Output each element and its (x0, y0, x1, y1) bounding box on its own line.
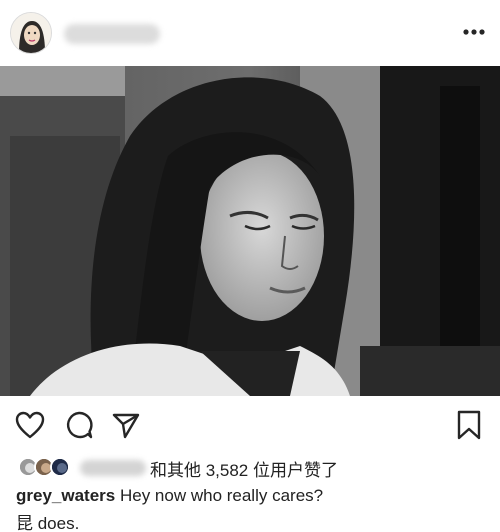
author-avatar[interactable] (10, 12, 52, 54)
post-photo[interactable] (0, 66, 500, 396)
heart-icon[interactable] (13, 408, 47, 442)
post-caption: grey_waters Hey now who really cares? (16, 486, 323, 506)
liker-avatar (50, 457, 70, 477)
comment-bubble-icon[interactable] (62, 408, 96, 442)
paper-plane-icon[interactable] (109, 408, 143, 442)
caption-text: Hey now who really cares? (119, 486, 324, 505)
caption-second-line: 昆 does. (16, 514, 80, 532)
more-dots-icon[interactable] (460, 22, 488, 42)
author-username-blurred[interactable] (64, 24, 160, 44)
post-actions (0, 396, 500, 454)
likes-count-text: 和其他 3,582 位用户赞了 (150, 461, 338, 480)
post-header (0, 0, 500, 66)
caption-username[interactable]: grey_waters (16, 486, 115, 505)
liker-name-blurred (80, 460, 146, 476)
likes-summary[interactable]: 和其他 3,582 位用户赞了 (0, 452, 500, 482)
woman-portrait-icon (11, 13, 51, 53)
bookmark-icon[interactable] (452, 408, 486, 442)
